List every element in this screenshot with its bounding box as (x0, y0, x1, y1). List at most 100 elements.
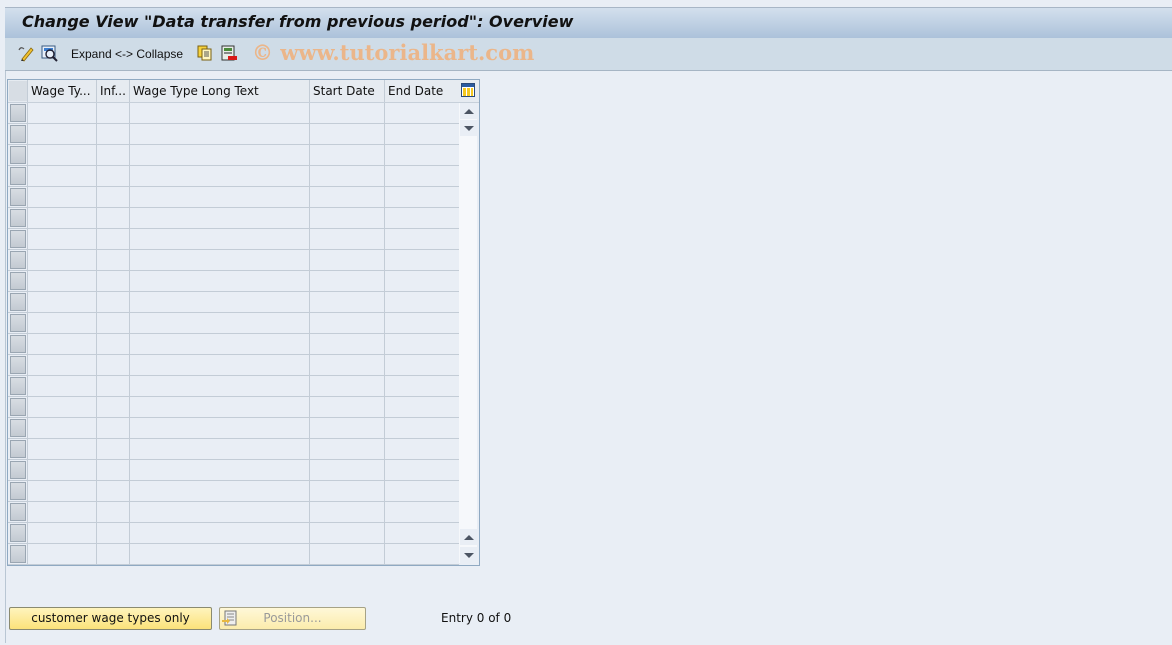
table-cell[interactable] (309, 271, 384, 292)
table-cell[interactable] (384, 250, 459, 271)
table-cell[interactable] (309, 124, 384, 145)
table-cell[interactable] (96, 334, 129, 355)
table-cell[interactable] (27, 208, 96, 229)
table-cell[interactable] (129, 397, 309, 418)
change-display-icon[interactable] (17, 44, 35, 62)
table-cell[interactable] (384, 439, 459, 460)
column-header-long-text[interactable]: Wage Type Long Text (129, 80, 309, 102)
row-selector[interactable] (10, 230, 26, 248)
table-cell[interactable] (129, 250, 309, 271)
table-cell[interactable] (129, 145, 309, 166)
table-cell[interactable] (309, 229, 384, 250)
table-cell[interactable] (309, 502, 384, 523)
table-cell[interactable] (129, 376, 309, 397)
table-cell[interactable] (27, 355, 96, 376)
table-cell[interactable] (309, 250, 384, 271)
table-cell[interactable] (129, 418, 309, 439)
table-cell[interactable] (309, 166, 384, 187)
table-cell[interactable] (96, 481, 129, 502)
table-cell[interactable] (96, 166, 129, 187)
table-cell[interactable] (96, 313, 129, 334)
row-selector[interactable] (10, 461, 26, 479)
table-cell[interactable] (129, 271, 309, 292)
row-selector[interactable] (10, 104, 26, 122)
row-selector[interactable] (10, 398, 26, 416)
table-cell[interactable] (309, 418, 384, 439)
table-cell[interactable] (27, 481, 96, 502)
row-selector[interactable] (10, 188, 26, 206)
table-cell[interactable] (129, 124, 309, 145)
table-cell[interactable] (384, 376, 459, 397)
table-cell[interactable] (309, 439, 384, 460)
table-cell[interactable] (27, 460, 96, 481)
table-cell[interactable] (384, 502, 459, 523)
row-selector[interactable] (10, 314, 26, 332)
column-header-wage-type[interactable]: Wage Ty... (27, 80, 96, 102)
row-selector[interactable] (10, 503, 26, 521)
row-selector[interactable] (10, 209, 26, 227)
customer-wage-types-only-button[interactable]: customer wage types only (9, 607, 212, 630)
table-cell[interactable] (309, 187, 384, 208)
table-cell[interactable] (27, 502, 96, 523)
column-header-end-date[interactable]: End Date (384, 80, 459, 102)
table-cell[interactable] (384, 187, 459, 208)
table-cell[interactable] (96, 250, 129, 271)
table-cell[interactable] (129, 439, 309, 460)
table-cell[interactable] (384, 418, 459, 439)
table-cell[interactable] (96, 502, 129, 523)
table-cell[interactable] (384, 124, 459, 145)
position-button[interactable]: Position... (219, 607, 366, 630)
row-selector[interactable] (10, 419, 26, 437)
table-cell[interactable] (384, 334, 459, 355)
table-cell[interactable] (309, 292, 384, 313)
table-cell[interactable] (129, 208, 309, 229)
table-cell[interactable] (129, 334, 309, 355)
table-cell[interactable] (96, 292, 129, 313)
table-cell[interactable] (27, 124, 96, 145)
table-cell[interactable] (96, 145, 129, 166)
table-cell[interactable] (309, 208, 384, 229)
table-cell[interactable] (27, 376, 96, 397)
table-cell[interactable] (96, 229, 129, 250)
table-cell[interactable] (309, 376, 384, 397)
table-cell[interactable] (96, 103, 129, 124)
table-cell[interactable] (27, 187, 96, 208)
table-cell[interactable] (129, 502, 309, 523)
table-cell[interactable] (309, 334, 384, 355)
table-cell[interactable] (384, 208, 459, 229)
table-cell[interactable] (27, 250, 96, 271)
table-cell[interactable] (27, 271, 96, 292)
scroll-down-bottom-button[interactable] (460, 547, 477, 563)
table-cell[interactable] (309, 355, 384, 376)
row-selector[interactable] (10, 167, 26, 185)
table-cell[interactable] (129, 481, 309, 502)
table-cell[interactable] (309, 145, 384, 166)
table-cell[interactable] (129, 460, 309, 481)
table-cell[interactable] (384, 292, 459, 313)
vertical-scrollbar[interactable] (459, 103, 477, 563)
table-cell[interactable] (96, 544, 129, 565)
table-cell[interactable] (309, 460, 384, 481)
table-cell[interactable] (384, 397, 459, 418)
table-cell[interactable] (384, 145, 459, 166)
table-cell[interactable] (27, 313, 96, 334)
table-cell[interactable] (384, 271, 459, 292)
table-cell[interactable] (27, 292, 96, 313)
table-cell[interactable] (309, 523, 384, 544)
copy-icon[interactable] (196, 44, 214, 62)
table-cell[interactable] (27, 103, 96, 124)
table-cell[interactable] (96, 208, 129, 229)
table-cell[interactable] (384, 166, 459, 187)
row-selector[interactable] (10, 356, 26, 374)
table-cell[interactable] (384, 460, 459, 481)
table-cell[interactable] (384, 229, 459, 250)
table-cell[interactable] (384, 103, 459, 124)
find-icon[interactable] (41, 44, 59, 62)
table-cell[interactable] (384, 313, 459, 334)
table-cell[interactable] (129, 544, 309, 565)
table-cell[interactable] (27, 229, 96, 250)
table-cell[interactable] (384, 355, 459, 376)
table-cell[interactable] (309, 397, 384, 418)
table-cell[interactable] (27, 166, 96, 187)
row-selector[interactable] (10, 545, 26, 563)
